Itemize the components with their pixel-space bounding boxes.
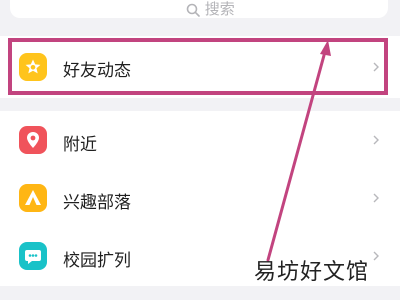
chevron-right-icon — [373, 62, 379, 72]
friend-feed-card: 好友动态 — [0, 36, 400, 98]
search-field[interactable]: 搜索 — [186, 0, 235, 19]
menu-item-label: 校园扩列 — [63, 251, 131, 271]
chevron-right-icon — [373, 135, 379, 145]
chevron-right-icon — [373, 251, 379, 261]
menu-item-nearby[interactable]: 附近 — [0, 111, 400, 169]
menu-item-label: 附近 — [63, 135, 97, 155]
location-pin-icon — [19, 126, 47, 154]
chevron-right-icon — [373, 193, 379, 203]
menu-item-label: 好友动态 — [63, 61, 131, 81]
watermark-text: 易坊好文馆 — [254, 260, 370, 285]
campus-chat-icon — [19, 242, 47, 270]
search-label: 搜索 — [204, 0, 235, 18]
star-badge-icon — [19, 53, 47, 81]
search-bar[interactable]: 搜索 — [10, 0, 388, 18]
tent-icon — [19, 184, 47, 212]
menu-item-interest-tribe[interactable]: 兴趣部落 — [0, 169, 400, 227]
search-icon — [186, 3, 200, 17]
menu-item-label: 兴趣部落 — [63, 193, 131, 213]
menu-item-friend-feed[interactable]: 好友动态 — [0, 38, 400, 96]
